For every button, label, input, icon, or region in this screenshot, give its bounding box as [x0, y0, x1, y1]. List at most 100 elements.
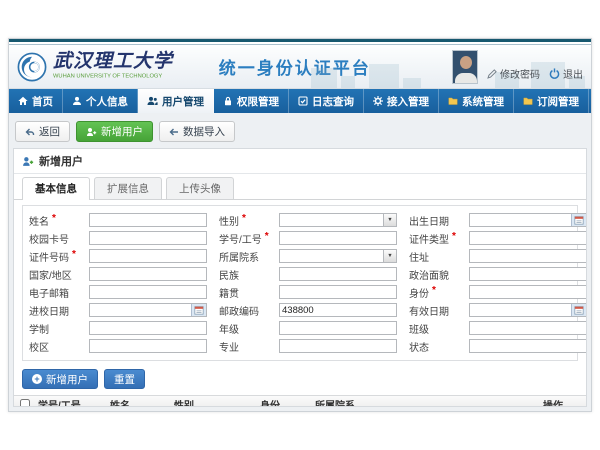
entry-date-input[interactable]: [90, 304, 191, 316]
class-input[interactable]: [470, 322, 586, 334]
department-select[interactable]: [280, 250, 383, 262]
add-user-toolbar-button[interactable]: 新增用户: [76, 121, 153, 142]
col-name: 姓名: [108, 397, 172, 408]
political-status-input[interactable]: [470, 268, 586, 280]
required-asterisk: *: [242, 213, 246, 228]
country-region-input[interactable]: [90, 268, 206, 280]
required-asterisk: *: [72, 249, 76, 264]
nav-item-home[interactable]: 首页: [9, 89, 63, 113]
change-password-link[interactable]: 修改密码: [487, 66, 540, 81]
university-logo-icon: [17, 52, 47, 82]
nav-item-access-management[interactable]: 接入管理: [364, 89, 439, 113]
home-icon: [18, 96, 28, 106]
nav-item-system-management[interactable]: 系统管理: [439, 89, 514, 113]
address-input[interactable]: [470, 250, 586, 262]
nav-item-permission-management[interactable]: 权限管理: [214, 89, 289, 113]
postal-code-input[interactable]: [280, 304, 396, 316]
reset-button[interactable]: 重置: [104, 369, 145, 389]
col-actions: 操作: [541, 397, 586, 408]
nav-item-subscription-management[interactable]: 订阅管理: [514, 89, 589, 113]
field-label: 学制: [29, 321, 49, 336]
back-label: 返回: [39, 124, 60, 139]
logout-link[interactable]: 退出: [549, 66, 583, 81]
id-type-input[interactable]: [470, 232, 586, 244]
users-icon: [147, 96, 158, 106]
import-arrow-icon: [169, 127, 179, 137]
student-id-input[interactable]: [280, 232, 396, 244]
logout-label: 退出: [563, 66, 583, 81]
nav-item-user-management[interactable]: 用户管理: [138, 89, 214, 113]
tab-extended-info[interactable]: 扩展信息: [94, 177, 162, 199]
form-field: 证件类型*: [409, 230, 587, 246]
nav-item-personal-info[interactable]: 个人信息: [63, 89, 138, 113]
dropdown-arrow-icon[interactable]: [383, 250, 396, 262]
select-all-checkbox[interactable]: [20, 399, 30, 407]
birth-date-input[interactable]: [470, 214, 571, 226]
col-student-id: 学号/工号: [36, 397, 108, 408]
content-area: 返回 新增用户 数据导入 新增用户 基本信息 扩展信息 上传头像: [9, 113, 591, 411]
ethnicity-input[interactable]: [280, 268, 396, 280]
add-user-label: 新增用户: [101, 124, 143, 139]
calendar-icon[interactable]: [571, 214, 586, 226]
platform-title: 统一身份认证平台: [219, 54, 371, 79]
identity-input[interactable]: [470, 286, 586, 298]
calendar-icon[interactable]: [571, 304, 586, 316]
submit-add-user-button[interactable]: 新增用户: [22, 369, 98, 389]
required-asterisk: *: [432, 285, 436, 300]
user-avatar[interactable]: [452, 50, 478, 84]
field-label: 校区: [29, 339, 49, 354]
campus-card-input[interactable]: [90, 232, 206, 244]
email-input[interactable]: [90, 286, 206, 298]
form-field: 证件号码*: [29, 248, 207, 264]
nav-item-log-query[interactable]: 日志查询: [289, 89, 364, 113]
education-length-input[interactable]: [90, 322, 206, 334]
data-import-button[interactable]: 数据导入: [159, 121, 235, 142]
field-label: 年级: [219, 321, 239, 336]
university-name-cn: 武汉理工大学: [53, 52, 205, 71]
back-button[interactable]: 返回: [15, 121, 70, 142]
field-label: 住址: [409, 249, 429, 264]
dropdown-arrow-icon[interactable]: [383, 214, 396, 226]
form-actions: 新增用户 重置: [14, 365, 586, 395]
major-input[interactable]: [280, 340, 396, 352]
status-input[interactable]: [470, 340, 586, 352]
form-field: 电子邮箱: [29, 284, 207, 300]
add-user-panel: 新增用户 基本信息 扩展信息 上传头像 姓名 * 性别 * 出生日期: [13, 148, 587, 407]
valid-date-input[interactable]: [470, 304, 571, 316]
folder-icon: [448, 96, 458, 106]
campus-input[interactable]: [90, 340, 206, 352]
section-header: 新增用户: [14, 149, 586, 174]
name-input[interactable]: [90, 214, 206, 226]
field-label: 出生日期: [409, 213, 449, 228]
gear-icon: [373, 96, 383, 106]
tab-basic-info[interactable]: 基本信息: [22, 177, 90, 200]
section-title: 新增用户: [39, 153, 83, 169]
field-label: 民族: [219, 267, 239, 282]
col-department: 所属院系: [313, 397, 541, 408]
form-field: 校区: [29, 338, 207, 354]
required-asterisk: *: [52, 213, 56, 228]
field-label: 国家/地区: [29, 267, 72, 282]
grade-input[interactable]: [280, 322, 396, 334]
field-label: 所属院系: [219, 249, 259, 264]
form-field: 学号/工号*: [219, 230, 397, 246]
required-asterisk: *: [265, 231, 269, 246]
checklist-icon: [298, 96, 308, 106]
form-field: 有效日期: [409, 302, 587, 318]
field-label: 校园卡号: [29, 231, 69, 246]
form-field: 住址: [409, 248, 587, 264]
user-icon: [72, 96, 82, 106]
required-asterisk: *: [452, 231, 456, 246]
calendar-icon[interactable]: [191, 304, 206, 316]
power-icon: [549, 68, 560, 79]
col-gender: 性别: [172, 397, 258, 408]
field-label: 邮政编码: [219, 303, 259, 318]
form-field: 身份*: [409, 284, 587, 300]
form-field: 学制: [29, 320, 207, 336]
native-place-input[interactable]: [280, 286, 396, 298]
field-label: 状态: [409, 339, 429, 354]
gender-select[interactable]: [280, 214, 383, 226]
form-field: 专业: [219, 338, 397, 354]
tab-upload-avatar[interactable]: 上传头像: [166, 177, 234, 199]
id-number-input[interactable]: [90, 250, 206, 262]
